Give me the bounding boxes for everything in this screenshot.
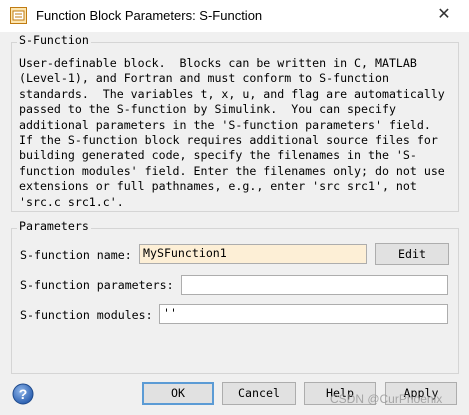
title-bar: Function Block Parameters: S-Function ✕: [0, 0, 469, 32]
sfunction-parameters-field[interactable]: [181, 275, 448, 295]
sfunction-modules-label: S-function modules:: [20, 308, 153, 322]
window-title: Function Block Parameters: S-Function: [36, 8, 263, 23]
sfunction-name-label: S-function name:: [20, 248, 132, 262]
help-question-icon[interactable]: ?: [12, 383, 34, 405]
ok-button[interactable]: OK: [142, 382, 214, 405]
edit-button[interactable]: Edit: [375, 243, 449, 265]
cancel-button-label: Cancel: [238, 386, 280, 400]
watermark: CSDN @CurPhoenix: [330, 392, 443, 406]
sfunction-name-field[interactable]: MySFunction1: [139, 244, 367, 264]
block-description: User-definable block. Blocks can be writ…: [19, 56, 445, 209]
parameters-group-legend: Parameters: [17, 219, 91, 233]
simulink-block-icon: [10, 7, 27, 24]
ok-button-label: OK: [171, 386, 185, 400]
dialog-window: Function Block Parameters: S-Function ✕ …: [0, 0, 469, 415]
sfunction-parameters-label: S-function parameters:: [20, 278, 174, 292]
svg-text:?: ?: [19, 386, 28, 402]
close-icon[interactable]: ✕: [430, 4, 458, 26]
cancel-button[interactable]: Cancel: [222, 382, 296, 405]
sfunction-modules-field[interactable]: '': [159, 304, 448, 324]
description-group-legend: S-Function: [17, 33, 91, 47]
